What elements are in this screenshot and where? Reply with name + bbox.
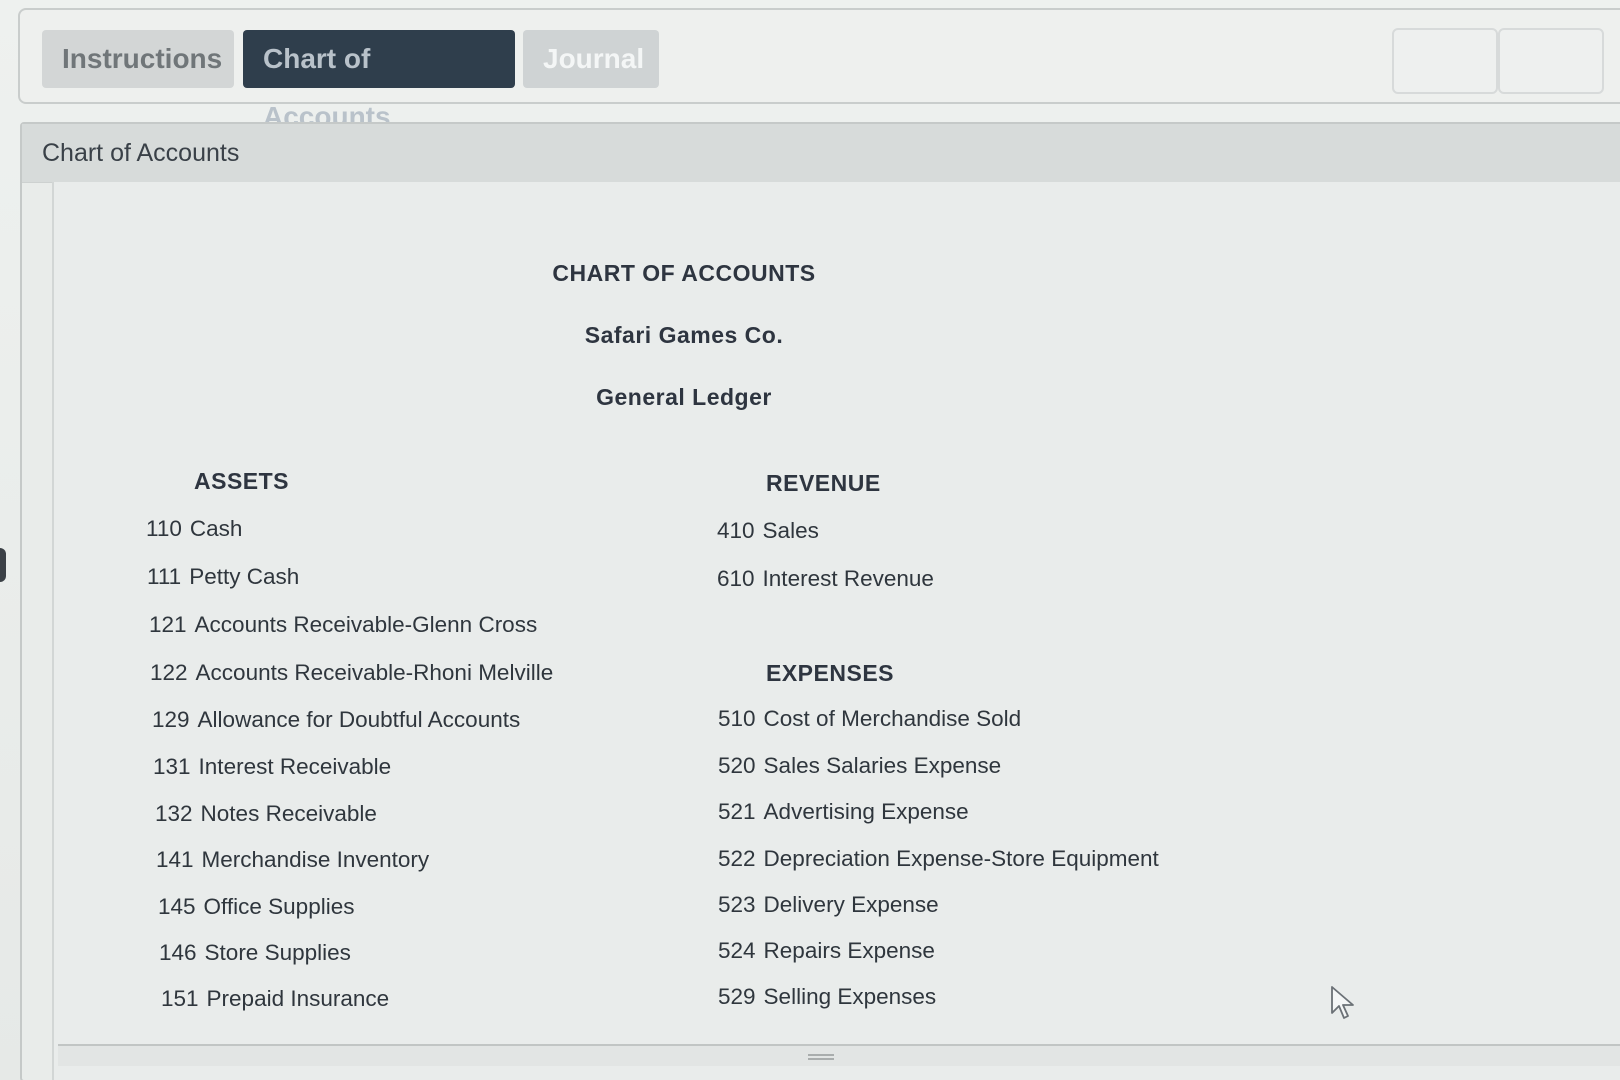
account-name: Delivery Expense	[763, 892, 939, 917]
account-row: 111 Petty Cash	[147, 564, 299, 590]
account-name: Allowance for Doubtful Accounts	[197, 707, 521, 732]
account-number: 146	[159, 940, 197, 965]
account-number: 141	[156, 847, 194, 872]
resize-grip-icon[interactable]	[808, 1054, 834, 1060]
account-number: 110	[146, 516, 182, 541]
account-row: 121 Accounts Receivable-Glenn Cross	[149, 612, 537, 638]
account-row: 146 Store Supplies	[159, 940, 351, 966]
account-name: Prepaid Insurance	[206, 986, 390, 1011]
account-row: 529 Selling Expenses	[718, 984, 936, 1010]
account-number: 132	[155, 801, 193, 826]
account-number: 122	[150, 660, 188, 685]
account-row: 521 Advertising Expense	[718, 799, 969, 825]
panel-title: Chart of Accounts	[42, 139, 240, 167]
account-row: 523 Delivery Expense	[718, 892, 939, 918]
revenue-heading: REVENUE	[766, 470, 881, 496]
account-number: 524	[718, 938, 756, 963]
account-number: 610	[717, 566, 755, 591]
account-row: 151 Prepaid Insurance	[161, 986, 389, 1012]
account-name: Selling Expenses	[763, 984, 937, 1009]
edge-marker	[0, 548, 6, 582]
account-row: 610 Interest Revenue	[717, 566, 934, 592]
account-number: 522	[718, 846, 756, 871]
document-heading: CHART OF ACCOUNTS	[552, 260, 816, 286]
account-name: Office Supplies	[203, 894, 355, 919]
account-name: Interest Receivable	[198, 754, 392, 779]
account-name: Sales	[762, 518, 819, 543]
panel-header: Chart of Accounts	[22, 124, 1620, 183]
toolbar-button[interactable]	[1392, 28, 1498, 94]
account-name: Sales Salaries Expense	[763, 753, 1002, 778]
account-name: Cash	[189, 516, 243, 541]
account-number: 529	[718, 984, 756, 1009]
tab-instructions[interactable]: Instructions	[42, 30, 234, 88]
account-name: Merchandise Inventory	[201, 847, 430, 872]
account-number: 510	[718, 706, 756, 731]
account-row: 132 Notes Receivable	[155, 801, 377, 827]
ledger-name: General Ledger	[596, 384, 772, 410]
account-row: 524 Repairs Expense	[718, 938, 935, 964]
account-number: 151	[161, 986, 199, 1011]
account-name: Notes Receivable	[200, 801, 377, 826]
account-row: 520 Sales Salaries Expense	[718, 753, 1001, 779]
tab-journal[interactable]: Journal	[523, 30, 659, 88]
account-row: 522 Depreciation Expense-Store Equipment	[718, 846, 1159, 872]
account-row: 131 Interest Receivable	[153, 754, 391, 780]
account-row: 110 Cash	[146, 516, 242, 542]
tab-chart-of-accounts[interactable]: Chart of Accounts	[243, 30, 515, 132]
account-row: 510 Cost of Merchandise Sold	[718, 706, 1021, 732]
account-number: 145	[158, 894, 196, 919]
account-name: Depreciation Expense-Store Equipment	[763, 846, 1159, 871]
account-number: 410	[717, 518, 755, 543]
account-row: 141 Merchandise Inventory	[156, 847, 429, 873]
account-name: Accounts Receivable-Glenn Cross	[194, 612, 538, 637]
account-name: Interest Revenue	[762, 566, 934, 591]
screen: Instructions Chart of Accounts Journal C…	[0, 0, 1620, 1080]
account-number: 520	[718, 753, 756, 778]
account-row: 129 Allowance for Doubtful Accounts	[152, 707, 520, 733]
account-row: 145 Office Supplies	[158, 894, 354, 920]
chart-of-accounts-panel: Chart of Accounts CHART OF ACCOUNTS Safa…	[20, 122, 1620, 1080]
panel-resize-bar[interactable]	[58, 1044, 1620, 1066]
account-name: Cost of Merchandise Sold	[763, 706, 1022, 731]
account-name: Accounts Receivable-Rhoni Melville	[195, 660, 554, 685]
account-number: 129	[152, 707, 190, 732]
account-row: 410 Sales	[717, 518, 819, 544]
account-number: 131	[153, 754, 191, 779]
expenses-heading: EXPENSES	[766, 660, 894, 686]
tab-bar: Instructions Chart of Accounts Journal	[18, 8, 1620, 132]
account-name: Petty Cash	[189, 564, 300, 589]
account-number: 111	[147, 564, 182, 589]
account-number: 521	[718, 799, 756, 824]
account-name: Repairs Expense	[763, 938, 935, 963]
assets-heading: ASSETS	[194, 468, 290, 494]
toolbar-button[interactable]	[1498, 28, 1604, 94]
arrow-cursor-icon	[1331, 986, 1354, 1019]
account-row: 122 Accounts Receivable-Rhoni Melville	[150, 660, 553, 686]
account-name: Store Supplies	[204, 940, 351, 965]
panel-content: CHART OF ACCOUNTS Safari Games Co. Gener…	[52, 182, 1620, 1080]
company-name: Safari Games Co.	[584, 322, 784, 348]
account-name: Advertising Expense	[763, 799, 969, 824]
account-number: 121	[149, 612, 187, 637]
account-number: 523	[718, 892, 756, 917]
